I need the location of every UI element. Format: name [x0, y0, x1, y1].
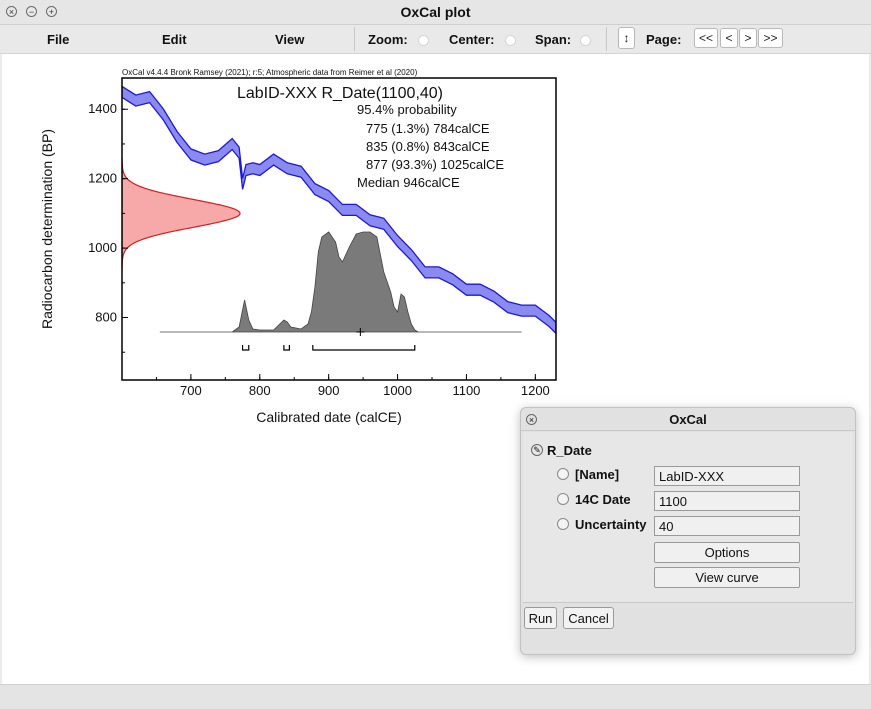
options-button[interactable]: Options [654, 542, 800, 563]
x-tick-label: 800 [249, 383, 271, 398]
probability-summary-line: 775 (1.3%) 784calCE [366, 121, 490, 136]
cancel-button[interactable]: Cancel [563, 607, 614, 629]
x-tick-label: 900 [318, 383, 340, 398]
name-radio[interactable] [557, 468, 569, 480]
window-title: OxCal plot [400, 4, 471, 20]
menu-view[interactable]: View [275, 32, 304, 47]
probability-summary-line: Median 946calCE [357, 175, 460, 190]
uncertainty-label: Uncertainty [575, 517, 647, 532]
zoom-radio[interactable] [418, 35, 429, 46]
title-bar: × − + OxCal plot [0, 0, 871, 25]
resize-vertical-button[interactable]: ↕ [618, 27, 635, 49]
c14-date-label: 14C Date [575, 492, 631, 507]
span-radio[interactable] [580, 35, 591, 46]
y-axis-label: Radiocarbon determination (BP) [39, 129, 55, 329]
y-tick-label: 800 [95, 310, 117, 325]
menu-edit[interactable]: Edit [162, 32, 187, 47]
range-bracket [312, 345, 416, 351]
section-label: R_Date [547, 443, 592, 458]
y-tick-label: 1200 [88, 171, 117, 186]
probability-summary-line: 835 (0.8%) 843calCE [366, 139, 490, 154]
uncertainty-field[interactable]: 40 [654, 516, 800, 536]
center-radio[interactable] [505, 35, 516, 46]
y-tick-label: 1000 [88, 240, 117, 255]
dialog-pane: ✎ R_Date [Name] LabID-XXX 14C Date 1100 … [523, 432, 853, 603]
first-page-button[interactable]: << [694, 28, 718, 48]
posterior-distribution [159, 231, 522, 333]
edit-pencil-icon[interactable]: ✎ [531, 444, 543, 456]
zoom-label: Zoom: [368, 32, 408, 47]
name-field[interactable]: LabID-XXX [654, 466, 800, 486]
center-label: Center: [449, 32, 495, 47]
x-tick-label: 1100 [452, 383, 480, 398]
menu-file[interactable]: File [47, 32, 69, 47]
x-tick-label: 1000 [383, 383, 412, 398]
prev-page-button[interactable]: < [720, 28, 738, 48]
y-tick-label: 1400 [88, 101, 117, 116]
dialog-title: OxCal [669, 412, 707, 427]
status-bar [0, 684, 871, 709]
toolbar-divider [606, 27, 607, 51]
c14-date-field[interactable]: 1100 [654, 491, 800, 511]
oxcal-plot-window: × − + OxCal plot File Edit View Zoom: Ce… [0, 0, 871, 709]
view-curve-button[interactable]: View curve [654, 567, 800, 588]
run-button[interactable]: Run [524, 607, 557, 629]
range-bracket [283, 345, 290, 351]
toolbar: File Edit View Zoom: Center: Span: ↕ Pag… [0, 25, 871, 54]
page-label: Page: [646, 32, 682, 47]
uncertainty-radio[interactable] [557, 518, 569, 530]
x-tick-label: 1200 [521, 383, 550, 398]
plot-credit: OxCal v4.4.4 Bronk Ramsey (2021); r:5; A… [122, 68, 418, 77]
probability-summary-line: 877 (93.3%) 1025calCE [366, 157, 504, 172]
next-page-button[interactable]: > [739, 28, 757, 48]
measurement-distribution [122, 157, 241, 269]
name-label: [Name] [575, 467, 620, 482]
span-label: Span: [535, 32, 572, 47]
range-bracket [241, 345, 250, 351]
probability-summary-line: 95.4% probability [357, 102, 457, 117]
last-page-button[interactable]: >> [758, 28, 783, 48]
c14-date-radio[interactable] [557, 493, 569, 505]
plot-title: LabID-XXX R_Date(1100,40) [237, 85, 443, 102]
oxcal-dialog: × OxCal ✎ R_Date [Name] LabID-XXX 14C Da… [520, 407, 856, 655]
dialog-header-divider [521, 430, 855, 431]
x-axis-label: Calibrated date (calCE) [256, 409, 402, 425]
toolbar-divider [354, 27, 355, 51]
x-tick-label: 700 [180, 383, 202, 398]
